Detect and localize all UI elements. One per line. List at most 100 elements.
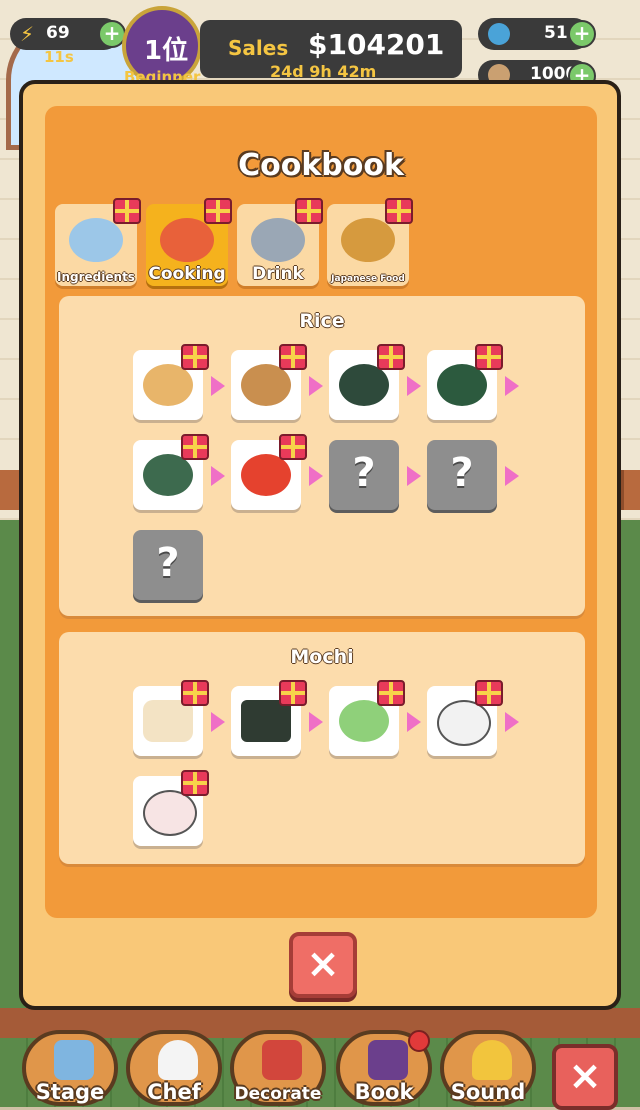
close-button[interactable]: × (289, 932, 357, 998)
arrow-icon (309, 376, 323, 396)
mochi-section-title: Mochi (290, 646, 354, 668)
sales-amount: $104201 (308, 28, 445, 61)
gift-icon (279, 680, 307, 706)
nav-stage-label: Stage (35, 1080, 105, 1104)
gift-icon (475, 344, 503, 370)
nav-decorate-button[interactable]: Decorate (230, 1030, 326, 1106)
shop-icon (262, 1040, 302, 1080)
rice-section-title: Rice (299, 310, 345, 332)
nav-stage-button[interactable]: Stage (22, 1030, 118, 1106)
recipe-locked[interactable]: ? (329, 440, 399, 510)
recipe-daifuku[interactable] (427, 680, 503, 756)
rice-sack-icon (143, 364, 193, 406)
energy-icon: ⚡ (20, 22, 35, 46)
energy-timer: 11s (44, 48, 74, 66)
nav-decorate-label: Decorate (234, 1084, 322, 1104)
gift-icon (385, 198, 413, 224)
recipe-salmon-nigiri[interactable] (231, 434, 307, 510)
gem-counter: 51 + (478, 18, 596, 50)
sales-time-left: 24d 9h 42m (270, 62, 377, 81)
unknown-icon: ? (352, 450, 376, 496)
recipe-onigiri[interactable] (329, 344, 405, 420)
sales-label: Sales (228, 36, 289, 60)
map-icon (54, 1040, 94, 1080)
dango-plate-icon (339, 700, 389, 742)
rank-position: 1位 (144, 36, 189, 66)
cookbook-panel: Cookbook Ingredients Cooking Drink Japan… (45, 106, 597, 918)
cookbook-modal: Cookbook Ingredients Cooking Drink Japan… (19, 80, 621, 1010)
tab-cooking[interactable]: Cooking (146, 198, 232, 286)
recipe-gunkan-sushi[interactable] (133, 434, 209, 510)
recipe-strawberry-daifuku[interactable] (133, 770, 209, 846)
arrow-icon (407, 376, 421, 396)
arrow-icon (505, 376, 519, 396)
arrow-icon (211, 712, 225, 732)
gift-icon (113, 198, 141, 224)
sales-panel: Sales $104201 24d 9h 42m (200, 20, 462, 81)
gift-icon (181, 680, 209, 706)
recipe-maki-roll[interactable] (427, 344, 503, 420)
nav-sound-button[interactable]: Sound (440, 1030, 536, 1106)
arrow-icon (505, 466, 519, 486)
gem-value: 51 (544, 23, 568, 43)
strawberry-daifuku-icon (143, 790, 197, 836)
bell-icon (472, 1040, 512, 1080)
rice-section: Rice ? ? ? (59, 296, 585, 616)
recipe-isobe-mochi[interactable] (231, 680, 307, 756)
nav-chef-label: Chef (147, 1080, 201, 1104)
bottom-close-button[interactable]: × (552, 1044, 618, 1110)
unknown-icon: ? (450, 450, 474, 496)
tab-japanese-food-label: Japanese Food (331, 274, 405, 284)
tab-drink-label: Drink (252, 264, 304, 284)
nav-book-label: Book (354, 1080, 414, 1104)
notification-dot (408, 1030, 430, 1052)
recipe-locked[interactable]: ? (133, 530, 203, 600)
energy-counter: ⚡ 69 11s + (10, 18, 126, 66)
ramen-bowl-icon (160, 218, 214, 262)
tab-japanese-food[interactable]: Japanese Food (327, 198, 413, 286)
tab-cooking-label: Cooking (148, 264, 226, 284)
modal-title: Cookbook (238, 148, 404, 183)
gift-icon (181, 770, 209, 796)
nav-chef-button[interactable]: Chef (126, 1030, 222, 1106)
gift-icon (475, 680, 503, 706)
gift-icon (279, 434, 307, 460)
add-gems-button[interactable]: + (568, 20, 596, 48)
gift-icon (377, 680, 405, 706)
tab-drink[interactable]: Drink (237, 198, 323, 286)
recipe-rice-bowl[interactable] (231, 344, 307, 420)
grilled-mochi-icon (143, 700, 193, 742)
tab-ingredients-label: Ingredients (57, 270, 135, 284)
arrow-icon (309, 712, 323, 732)
book-icon (368, 1040, 408, 1080)
gift-icon (295, 198, 323, 224)
gift-icon (279, 344, 307, 370)
gift-icon (181, 344, 209, 370)
arrow-icon (505, 712, 519, 732)
salmon-nigiri-icon (241, 454, 291, 496)
energy-value: 69 (46, 23, 70, 43)
mochi-section: Mochi (59, 632, 585, 864)
maki-roll-icon (437, 364, 487, 406)
arrow-icon (407, 466, 421, 486)
fish-icon (69, 218, 123, 262)
onigiri-icon (339, 364, 389, 406)
daifuku-icon (437, 700, 491, 746)
gunkan-sushi-icon (143, 454, 193, 496)
arrow-icon (211, 466, 225, 486)
fried-food-pot-icon (341, 218, 395, 262)
rank-badge[interactable]: 1位 Beginner (122, 6, 202, 86)
recipe-grilled-mochi[interactable] (133, 680, 209, 756)
tab-ingredients[interactable]: Ingredients (55, 198, 141, 286)
arrow-icon (309, 466, 323, 486)
rice-bowl-icon (241, 364, 291, 406)
gem-icon (488, 23, 510, 45)
unknown-icon: ? (156, 540, 180, 586)
gift-icon (377, 344, 405, 370)
recipe-dango-plate[interactable] (329, 680, 405, 756)
recipe-rice-sack[interactable] (133, 344, 209, 420)
recipe-locked[interactable]: ? (427, 440, 497, 510)
chef-hat-icon (158, 1040, 198, 1080)
gift-icon (181, 434, 209, 460)
isobe-mochi-icon (241, 700, 291, 742)
